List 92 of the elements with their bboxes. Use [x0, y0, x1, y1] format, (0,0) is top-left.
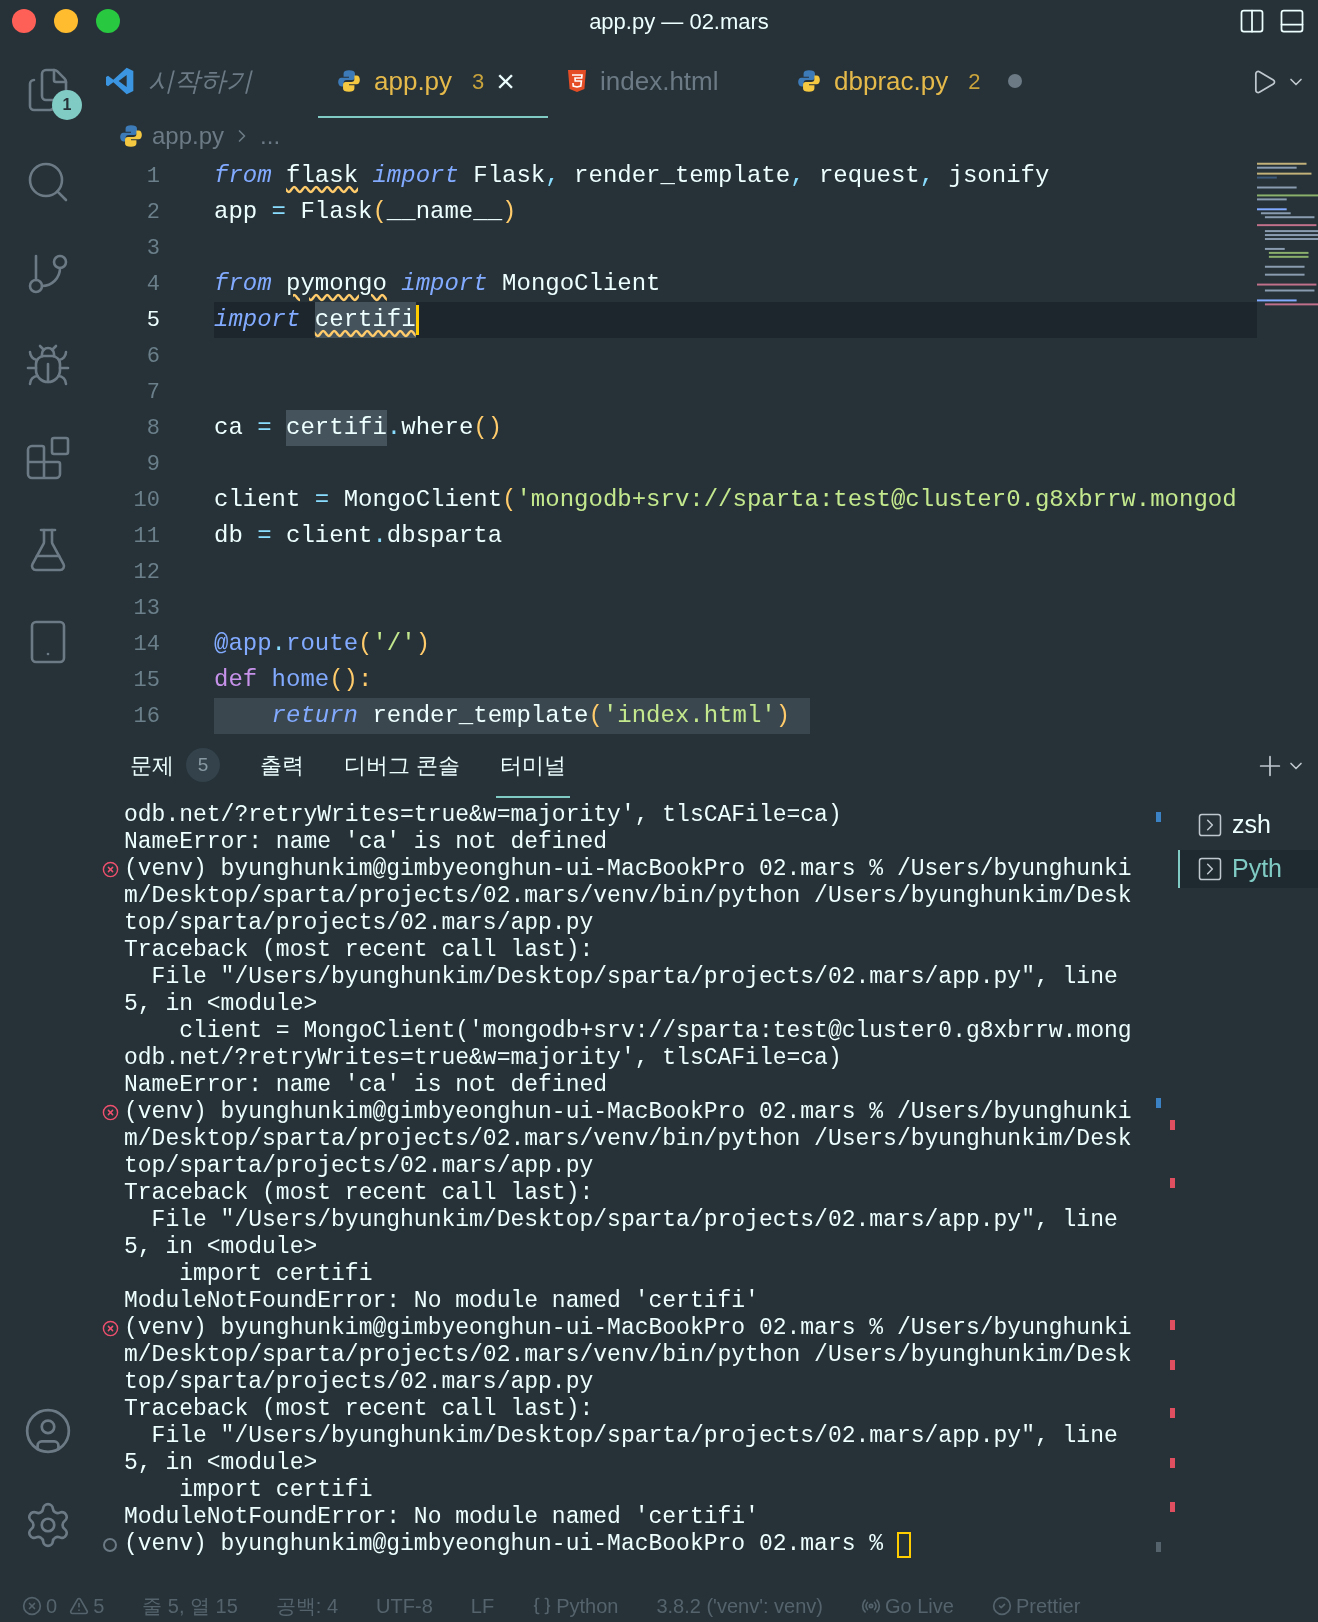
terminal-line: m/Desktop/sparta/projects/02.mars/venv/bin/python /Users/byunghunkim/Desk	[124, 1125, 1132, 1154]
error-icon	[101, 1104, 119, 1121]
line-number: 8	[145, 414, 160, 443]
terminal-line: import certifi	[178, 1476, 373, 1505]
line-number: 6	[145, 342, 160, 371]
line-number: 3	[145, 234, 160, 263]
text-cursor	[415, 305, 419, 335]
line-number: 14	[132, 630, 160, 659]
panel-tab[interactable]: 문제 5	[126, 734, 224, 798]
warning-icon	[69, 1596, 90, 1616]
code-line: @app.route('/')	[214, 629, 432, 659]
terminal-line: odb.net/?retryWrites=true&w=majority', tlsCAFile=ca)	[124, 801, 842, 830]
terminal-line: client = MongoClient('mongodb+srv://sparta:test@cluster0.g8xbrrw.mong	[178, 1017, 1132, 1046]
breadcrumb-item[interactable]: app.py	[152, 118, 225, 154]
terminal-line: (venv) byunghunkim@gimbyeonghun-ui-MacBookPro 02.mars %	[124, 1530, 884, 1560]
terminal-line: 5, in <module>	[124, 990, 318, 1019]
line-number: 11	[132, 522, 160, 551]
terminal-line: odb.net/?retryWrites=true&w=majority', tlsCAFile=ca)	[124, 1044, 842, 1073]
terminal-line: 5, in <module>	[124, 1233, 318, 1262]
terminal-line: Traceback (most recent call last):	[124, 1395, 594, 1424]
panel-tab[interactable]: 디버그 콘솔	[340, 734, 465, 798]
error-icon	[101, 1320, 119, 1337]
terminal-line: ModuleNotFoundError: No module named 'certifi'	[124, 1503, 759, 1532]
python-file-icon	[118, 123, 144, 149]
terminal-line: NameError: name 'ca' is not defined	[124, 1071, 608, 1100]
line-number: 5	[145, 306, 160, 335]
code-line: from pymongo import MongoClient	[214, 269, 662, 299]
error-icon	[101, 861, 119, 878]
account-icon[interactable]	[23, 1406, 73, 1456]
code-line: db = client.dbsparta	[214, 521, 504, 551]
terminal-list-item[interactable]: zsh	[1178, 806, 1318, 844]
python-file-icon	[336, 68, 362, 94]
terminal-line: File "/Users/byunghunkim/Desktop/sparta/projects/02.mars/app.py", line	[150, 1206, 1118, 1235]
line-number: 2	[145, 198, 160, 227]
editor-tab[interactable]: app.py 3 ×	[318, 46, 548, 118]
line-number: 7	[145, 378, 160, 407]
terminal-line: NameError: name 'ca' is not defined	[124, 828, 608, 857]
terminal-line: Traceback (most recent call last):	[124, 936, 594, 965]
terminal-line: top/sparta/projects/02.mars/app.py	[124, 1152, 594, 1181]
line-number: 16	[132, 702, 160, 731]
window-title: app.py — 02.mars	[589, 7, 769, 36]
code-line: def home():	[214, 665, 374, 695]
code-line: ca = certifi.where()	[214, 410, 523, 446]
editor-tab[interactable]: dbprac.py 2	[778, 46, 1041, 118]
panel-tab[interactable]: 터미널	[496, 734, 571, 798]
panel-tab[interactable]: 출력	[256, 734, 308, 798]
terminal-line: File "/Users/byunghunkim/Desktop/sparta/projects/02.mars/app.py", line	[150, 1422, 1118, 1451]
code-line: import certifi	[214, 302, 439, 338]
terminal-line: m/Desktop/sparta/projects/02.mars/venv/bin/python /Users/byunghunkim/Desk	[124, 1341, 1132, 1370]
toggle-sidebar-icon[interactable]	[1238, 7, 1266, 35]
terminal-line: m/Desktop/sparta/projects/02.mars/venv/bin/python /Users/byunghunkim/Desk	[124, 882, 1132, 911]
check-circle-icon	[991, 1596, 1012, 1616]
code-line: from flask import Flask, render_template, request, jsonify	[214, 161, 1051, 191]
terminal-line: File "/Users/byunghunkim/Desktop/sparta/projects/02.mars/app.py", line	[150, 963, 1118, 992]
toggle-panel-icon[interactable]	[1278, 7, 1306, 35]
line-number: 12	[132, 558, 160, 587]
code-line: app = Flask(__name__)	[214, 197, 518, 227]
close-window-button[interactable]	[12, 9, 36, 33]
line-number: 13	[132, 594, 160, 623]
terminal-icon	[1196, 855, 1224, 883]
line-number: 9	[145, 450, 160, 479]
editor-tab[interactable]: 시작하기	[96, 46, 318, 118]
vscode-logo-icon	[104, 65, 136, 97]
python-file-icon	[796, 68, 822, 94]
count-badge: 5	[186, 748, 220, 782]
minimize-window-button[interactable]	[54, 9, 78, 33]
terminal-line: ModuleNotFoundError: No module named 'certifi'	[124, 1287, 759, 1316]
maximize-window-button[interactable]	[96, 9, 120, 33]
code-line: client = MongoClient('mongodb+srv://sparta:test@cluster0.g8xbrrw.mongod	[214, 485, 1238, 515]
braces-icon	[532, 1596, 553, 1616]
terminal-line: Traceback (most recent call last):	[124, 1179, 594, 1208]
terminal-line: 5, in <module>	[124, 1449, 318, 1478]
terminal-line: top/sparta/projects/02.mars/app.py	[124, 1368, 594, 1397]
terminal-icon	[1196, 811, 1224, 839]
close-tab-button[interactable]: ×	[496, 65, 515, 97]
line-number: 15	[132, 666, 160, 695]
broadcast-icon	[861, 1596, 881, 1616]
line-number: 10	[132, 486, 160, 515]
error-icon	[22, 1596, 42, 1616]
terminal-list-item[interactable]: Pyth	[1178, 850, 1318, 888]
line-number: 1	[145, 162, 160, 191]
terminal-line: top/sparta/projects/02.mars/app.py	[124, 909, 594, 938]
terminal-line: (venv) byunghunkim@gimbyeonghun-ui-MacBookPro 02.mars % /Users/byunghunki	[124, 1314, 1132, 1343]
terminal-line: (venv) byunghunkim@gimbyeonghun-ui-MacBookPro 02.mars % /Users/byunghunki	[124, 855, 1132, 884]
terminal-line: import certifi	[178, 1260, 373, 1289]
breadcrumb-item[interactable]: ...	[260, 118, 281, 154]
terminal-line: (venv) byunghunkim@gimbyeonghun-ui-MacBookPro 02.mars % /Users/byunghunki	[124, 1098, 1132, 1127]
line-number: 4	[145, 270, 160, 299]
html-file-icon	[566, 69, 588, 93]
extensions-icon[interactable]	[24, 434, 72, 482]
editor-tab[interactable]: index.html	[548, 46, 778, 118]
badge: 1	[52, 90, 82, 120]
